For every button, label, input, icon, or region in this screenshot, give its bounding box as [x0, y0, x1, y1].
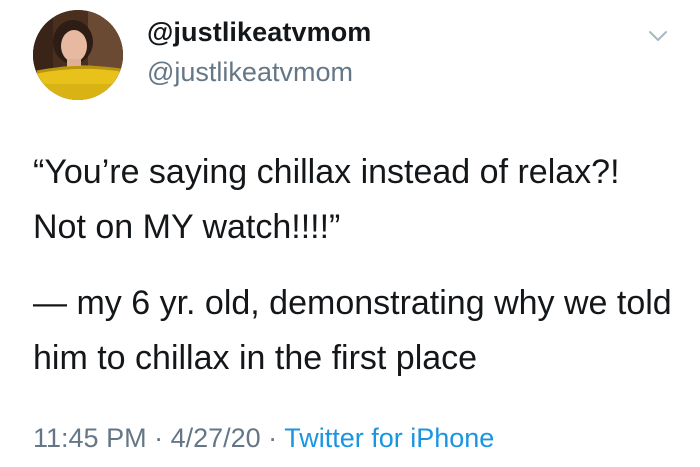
user-handle[interactable]: @justlikeatvmom	[147, 57, 353, 88]
tweet-source-link[interactable]: Twitter for iPhone	[284, 423, 494, 453]
tweet-card: @justlikeatvmom @justlikeatvmom “You’re …	[0, 0, 700, 467]
display-name[interactable]: @justlikeatvmom	[147, 17, 371, 48]
tweet-time[interactable]: 11:45 PM	[33, 423, 147, 453]
avatar[interactable]	[33, 10, 123, 100]
tweet-date[interactable]: 4/27/20	[171, 423, 261, 453]
tweet-text-paragraph: “You’re saying chillax instead of relax?…	[33, 153, 620, 246]
meta-separator: ·	[146, 423, 171, 453]
meta-separator: ·	[260, 423, 285, 453]
chevron-down-icon[interactable]	[646, 24, 670, 48]
tweet-metadata: 11:45 PM · 4/27/20 · Twitter for iPhone	[33, 423, 494, 454]
avatar-image	[33, 10, 123, 100]
tweet-text-paragraph: — my 6 yr. old, demonstrating why we tol…	[33, 284, 672, 377]
